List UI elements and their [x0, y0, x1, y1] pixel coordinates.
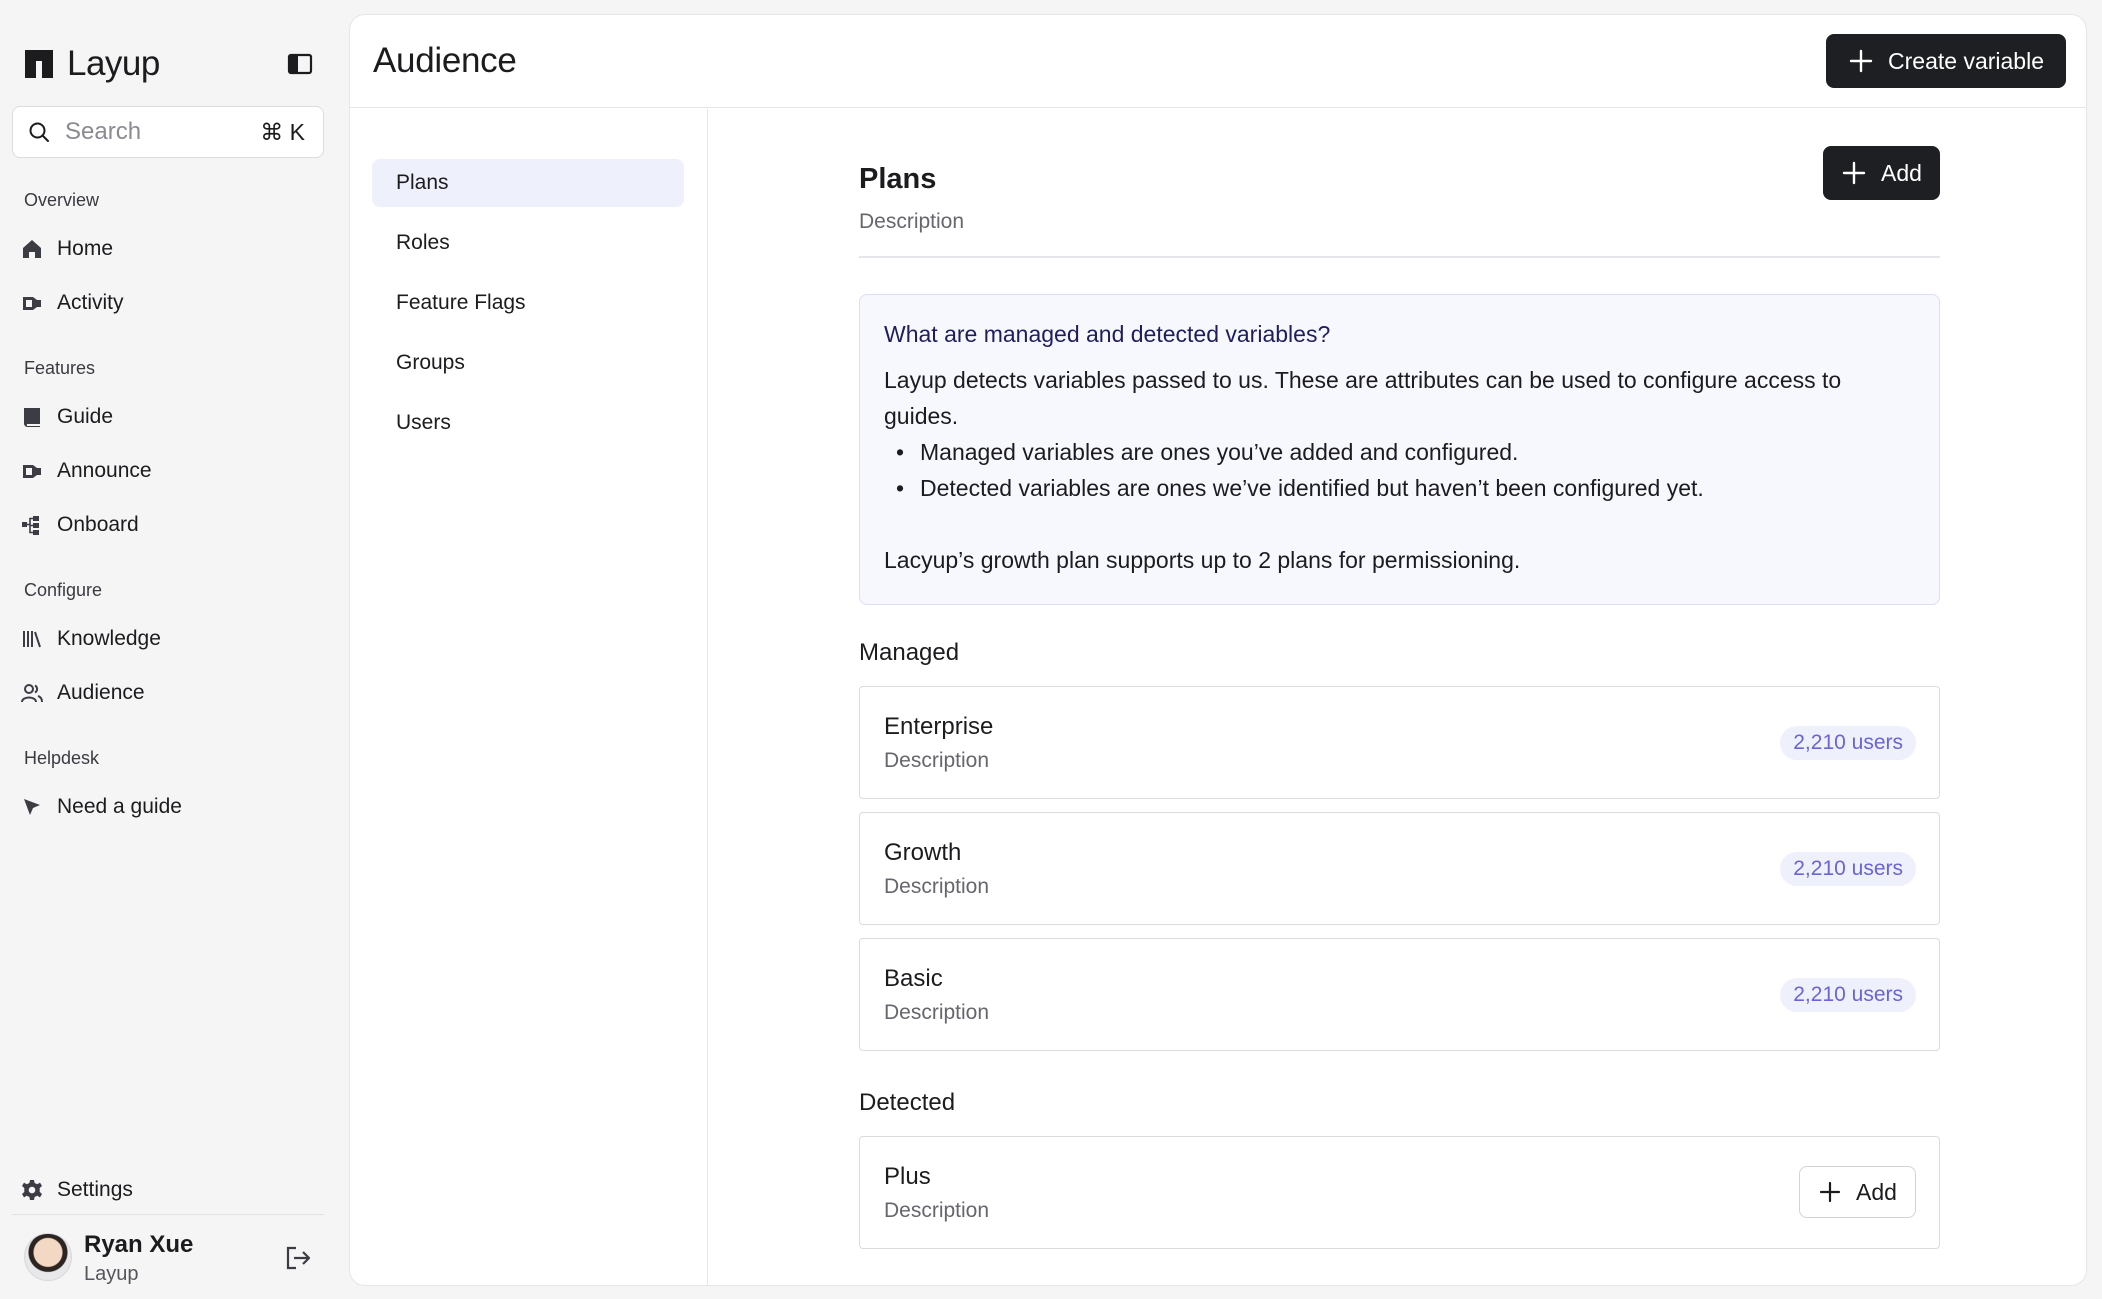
subnav-item-feature-flags[interactable]: Feature Flags: [372, 279, 684, 327]
section-divider: [859, 256, 1940, 258]
section-label-configure: Configure: [24, 580, 103, 600]
sidebar-item-label: Home: [57, 237, 114, 260]
managed-plan-card[interactable]: Growth Description 2,210 users: [859, 812, 1940, 925]
search-shortcut: ⌘ K: [260, 118, 305, 145]
info-bullets: Managed variables are ones you’ve added …: [884, 434, 1915, 506]
workflow-icon: [20, 513, 44, 537]
add-plan-label: Add: [1881, 159, 1922, 186]
plan-name: Enterprise: [884, 713, 994, 740]
logout-icon[interactable]: [284, 1244, 312, 1272]
sidebar-item-label: Need a guide: [57, 795, 182, 818]
sidebar-item-label: Onboard: [57, 513, 139, 536]
detected-plan-card: Plus Description Add: [859, 1136, 1940, 1249]
section-label-helpdesk: Helpdesk: [24, 748, 100, 768]
section-title: Plans: [859, 163, 937, 195]
user-org: Layup: [84, 1263, 139, 1285]
audience-subnav: Plans Roles Feature Flags Groups Users: [350, 109, 708, 1285]
gear-icon: [20, 1178, 44, 1202]
create-variable-label: Create variable: [1888, 47, 2044, 74]
sidebar-item-label: Audience: [57, 681, 145, 704]
sidebar: Layup Search ⌘ K Overview Home Activity …: [0, 0, 348, 1299]
sidebar-item-label: Announce: [57, 459, 152, 482]
app-name: Layup: [67, 44, 160, 83]
plan-description: Description: [884, 1199, 990, 1222]
user-count-badge: 2,210 users: [1780, 852, 1916, 886]
info-callout: What are managed and detected variables?…: [859, 294, 1940, 605]
main-panel: Audience Create variable Plans Roles Fea…: [349, 14, 2087, 1286]
info-bullet: Managed variables are ones you’ve added …: [884, 434, 1915, 470]
activity-icon: [20, 291, 44, 315]
user-divider: [12, 1214, 324, 1215]
sidebar-item-home[interactable]: Home: [20, 229, 113, 269]
info-body: Layup detects variables passed to us. Th…: [884, 367, 1842, 429]
sidebar-toggle-icon[interactable]: [286, 52, 314, 76]
library-icon: [20, 627, 44, 651]
plan-description: Description: [884, 875, 990, 898]
subnav-item-groups[interactable]: Groups: [372, 339, 684, 387]
info-title: What are managed and detected variables?: [884, 321, 1331, 347]
sidebar-item-settings[interactable]: Settings: [20, 1170, 133, 1210]
plus-icon: [1842, 161, 1866, 185]
sidebar-item-activity[interactable]: Activity: [20, 283, 124, 323]
user-name: Ryan Xue: [84, 1231, 194, 1258]
sidebar-item-guide[interactable]: Guide: [20, 397, 113, 437]
sidebar-item-knowledge[interactable]: Knowledge: [20, 619, 161, 659]
create-variable-button[interactable]: Create variable: [1826, 34, 2066, 88]
avatar[interactable]: [24, 1233, 72, 1281]
sidebar-item-label: Activity: [57, 291, 124, 314]
section-label-overview: Overview: [24, 190, 100, 210]
add-plan-button[interactable]: Add: [1823, 146, 1940, 200]
user-count-badge: 2,210 users: [1780, 726, 1916, 760]
sidebar-item-label: Settings: [57, 1178, 133, 1201]
layup-logo-icon: [25, 50, 53, 78]
managed-plan-card[interactable]: Enterprise Description 2,210 users: [859, 686, 1940, 799]
user-count-badge: 2,210 users: [1780, 978, 1916, 1012]
info-note: Lacyup’s growth plan supports up to 2 pl…: [884, 547, 1521, 573]
search-placeholder: Search: [65, 118, 142, 145]
sidebar-item-onboard[interactable]: Onboard: [20, 505, 139, 545]
brand[interactable]: Layup: [23, 44, 160, 84]
subnav-item-users[interactable]: Users: [372, 399, 684, 447]
add-detected-plan-button[interactable]: Add: [1799, 1166, 1916, 1218]
detected-label: Detected: [859, 1089, 956, 1116]
managed-plan-card[interactable]: Basic Description 2,210 users: [859, 938, 1940, 1051]
plan-name: Plus: [884, 1163, 931, 1190]
home-icon: [20, 237, 44, 261]
section-label-features: Features: [24, 358, 96, 378]
users-icon: [20, 681, 44, 705]
sidebar-item-label: Guide: [57, 405, 114, 428]
sidebar-item-announce[interactable]: Announce: [20, 451, 152, 491]
sidebar-item-label: Knowledge: [57, 627, 161, 650]
plus-icon: [1819, 1181, 1841, 1203]
plan-name: Growth: [884, 839, 962, 866]
plan-description: Description: [884, 1001, 990, 1024]
megaphone-icon: [20, 459, 44, 483]
cursor-icon: [20, 795, 44, 819]
page-title: Audience: [373, 41, 517, 80]
managed-label: Managed: [859, 639, 960, 666]
section-description: Description: [859, 210, 965, 233]
search-icon: [29, 122, 49, 142]
page-header: Audience Create variable: [350, 15, 2086, 108]
book-icon: [20, 405, 44, 429]
subnav-item-roles[interactable]: Roles: [372, 219, 684, 267]
plus-icon: [1849, 49, 1873, 73]
subnav-item-plans[interactable]: Plans: [372, 159, 684, 207]
sidebar-item-audience[interactable]: Audience: [20, 673, 145, 713]
search-input[interactable]: Search ⌘ K: [12, 106, 324, 158]
plan-description: Description: [884, 749, 990, 772]
info-bullet: Detected variables are ones we’ve identi…: [884, 470, 1915, 506]
plan-name: Basic: [884, 965, 943, 992]
sidebar-item-need-a-guide[interactable]: Need a guide: [20, 787, 182, 827]
add-detected-plan-label: Add: [1856, 1178, 1897, 1205]
